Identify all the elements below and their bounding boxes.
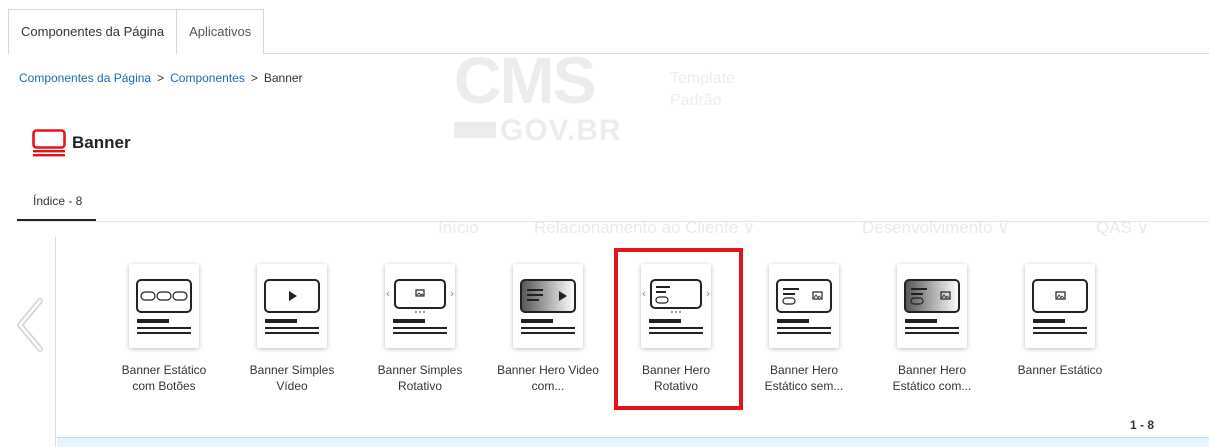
banner-static-thumb xyxy=(1025,264,1095,348)
page-header: Banner xyxy=(32,129,131,157)
banner-hero-static-gradient-thumb xyxy=(897,264,967,348)
card-banner-hero-estatico-sem[interactable]: Banner Hero Estático sem... xyxy=(740,264,868,394)
top-tabs: Componentes da Página Aplicativos xyxy=(8,9,1209,54)
selection-highlight xyxy=(614,248,743,410)
card-label: Banner Hero Estático sem... xyxy=(764,363,844,393)
card-label: Banner Estático xyxy=(1017,363,1103,377)
card-label: Banner Simples Vídeo xyxy=(249,363,335,393)
tab-aplicativos[interactable]: Aplicativos xyxy=(177,9,265,54)
card-banner-simples-video[interactable]: Banner Simples Vídeo xyxy=(228,264,356,394)
index-tab-label: Índice - 8 xyxy=(33,194,83,208)
template-line-1: Template xyxy=(670,70,735,87)
breadcrumb-separator: > xyxy=(250,71,258,85)
banner-icon xyxy=(32,129,66,157)
template-line-2: Padrão xyxy=(670,92,722,109)
banner-buttons-thumb xyxy=(129,264,199,348)
card-label: Banner Hero Video com... xyxy=(497,363,599,393)
card-label: Banner Hero Estático com... xyxy=(892,363,972,393)
logo-big-text: CMS xyxy=(454,43,597,117)
pagination-range: 1 - 8 xyxy=(1130,418,1155,432)
card-banner-hero-estatico-com[interactable]: Banner Hero Estático com... xyxy=(868,264,996,394)
tab-componentes-da-pagina[interactable]: Componentes da Página xyxy=(8,9,178,54)
logo-small-text: GOV.BR xyxy=(500,114,622,147)
index-tab[interactable]: Índice - 8 xyxy=(17,182,96,222)
carousel-prev-arrow-icon[interactable] xyxy=(14,297,46,353)
breadcrumb-link-componentes-da-pagina[interactable]: Componentes da Página xyxy=(19,71,151,85)
card-banner-hero-video[interactable]: Banner Hero Video com... xyxy=(484,264,612,394)
cms-logo-watermark: CMS GOV.BR xyxy=(448,43,638,147)
breadcrumb-link-componentes[interactable]: Componentes xyxy=(170,71,245,85)
card-banner-simples-rotativo[interactable]: Banner Simples Rotativo xyxy=(356,264,484,394)
breadcrumb-separator: > xyxy=(157,71,165,85)
card-label: Banner Simples Rotativo xyxy=(377,363,463,393)
template-label-watermark: Template Padrão xyxy=(670,68,735,112)
logo-flag xyxy=(454,122,496,138)
card-banner-estatico[interactable]: Banner Estático xyxy=(996,264,1124,378)
page-title: Banner xyxy=(72,133,131,152)
info-bar xyxy=(57,437,1209,447)
banner-video-thumb xyxy=(257,264,327,348)
carousel-divider xyxy=(55,237,56,447)
breadcrumb-current: Banner xyxy=(263,71,303,85)
card-label: Banner Estático com Botões xyxy=(121,363,207,393)
index-tab-divider xyxy=(17,221,1209,222)
banner-hero-static-thumb xyxy=(769,264,839,348)
banner-hero-video-thumb xyxy=(513,264,583,348)
breadcrumb: Componentes da Página > Componentes > Banner xyxy=(19,71,303,85)
banner-rotating-thumb xyxy=(385,264,455,348)
card-banner-estatico-com-botoes[interactable]: Banner Estático com Botões xyxy=(100,264,228,394)
